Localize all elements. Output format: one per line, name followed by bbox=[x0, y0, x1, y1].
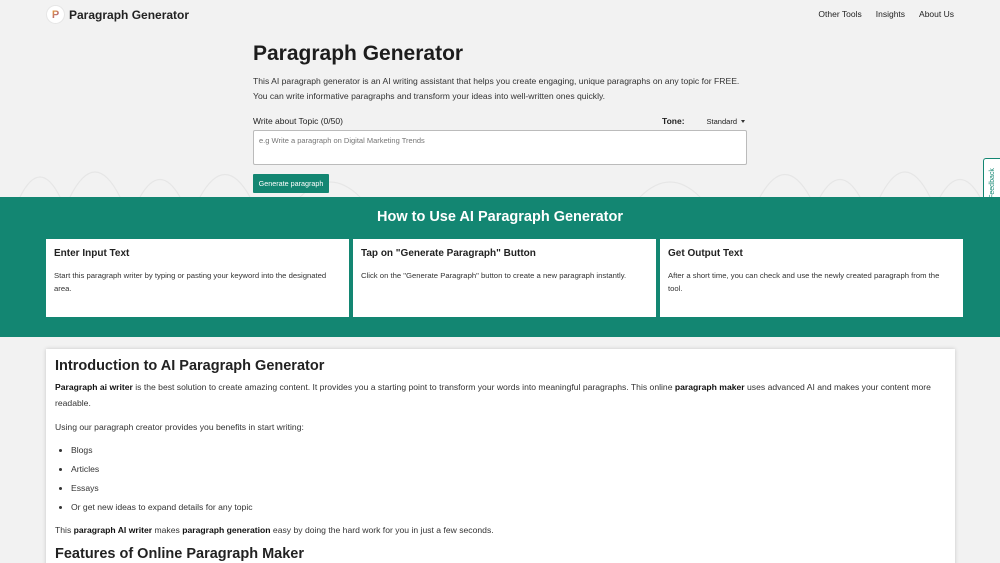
how-to-cards: Enter Input Text Start this paragraph wr… bbox=[46, 239, 963, 317]
brand-name: Paragraph Generator bbox=[69, 7, 190, 22]
nav-insights[interactable]: Insights bbox=[876, 9, 905, 19]
step-card-title: Get Output Text bbox=[668, 248, 743, 259]
keyword-link[interactable]: paragraph maker bbox=[675, 382, 745, 392]
step-card-text: After a short time, you can check and us… bbox=[668, 271, 940, 293]
step-card-text: Start this paragraph writer by typing or… bbox=[54, 271, 327, 293]
features-heading: Features of Online Paragraph Maker bbox=[55, 546, 304, 562]
keyword-link[interactable]: paragraph generation bbox=[182, 525, 270, 535]
hero-section: Paragraph Generator This AI paragraph ge… bbox=[0, 30, 1000, 197]
caret-down-icon bbox=[741, 119, 745, 123]
how-to-section: How to Use AI Paragraph Generator Enter … bbox=[0, 197, 1000, 337]
step-card: Tap on "Generate Paragraph" Button Click… bbox=[353, 239, 656, 317]
generate-paragraph-button[interactable]: Generate paragraph bbox=[253, 174, 329, 193]
nav-other-tools[interactable]: Other Tools bbox=[818, 9, 861, 19]
keyword-link[interactable]: paragraph AI writer bbox=[74, 525, 152, 535]
tone-select[interactable]: Standard bbox=[707, 117, 745, 126]
step-card-title: Enter Input Text bbox=[54, 248, 130, 259]
topic-label: Write about Topic (0/50) bbox=[253, 116, 343, 126]
hero-description: This AI paragraph generator is an AI wri… bbox=[253, 76, 740, 101]
main-nav: Other Tools Insights About Us bbox=[818, 9, 954, 19]
step-card: Enter Input Text Start this paragraph wr… bbox=[46, 239, 349, 317]
how-to-title: How to Use AI Paragraph Generator bbox=[376, 209, 624, 225]
list-item: Essays bbox=[71, 479, 946, 498]
brand-logo-icon: P bbox=[47, 6, 64, 23]
tone-label: Tone: bbox=[662, 116, 685, 126]
intro-paragraph: Paragraph ai writer is the best solution… bbox=[55, 382, 931, 408]
top-navbar: P Paragraph Generator Other Tools Insigh… bbox=[0, 0, 1000, 30]
step-card-text: Click on the "Generate Paragraph" button… bbox=[361, 271, 627, 280]
brand-link[interactable]: P Paragraph Generator bbox=[47, 6, 189, 23]
tone-value: Standard bbox=[706, 116, 737, 126]
topic-input[interactable] bbox=[253, 130, 747, 165]
step-card-title: Tap on "Generate Paragraph" Button bbox=[361, 248, 536, 259]
step-card: Get Output Text After a short time, you … bbox=[660, 239, 963, 317]
feedback-label: Feedback bbox=[988, 167, 996, 199]
nav-about-us[interactable]: About Us bbox=[919, 9, 954, 19]
list-item: Articles bbox=[71, 460, 946, 479]
summary-paragraph: This paragraph AI writer makes paragraph… bbox=[55, 524, 494, 535]
list-item: Or get new ideas to expand details for a… bbox=[71, 498, 946, 517]
keyword-link[interactable]: Paragraph ai writer bbox=[55, 382, 133, 392]
list-item: Blogs bbox=[71, 441, 946, 460]
intro-heading: Introduction to AI Paragraph Generator bbox=[55, 358, 325, 374]
intro-article: Introduction to AI Paragraph Generator P… bbox=[46, 349, 955, 563]
tone-control: Tone: Standard bbox=[662, 116, 745, 126]
hero-content: Paragraph Generator This AI paragraph ge… bbox=[253, 42, 747, 193]
topic-row: Write about Topic (0/50) Tone: Standard bbox=[253, 116, 747, 126]
benefits-intro: Using our paragraph creator provides you… bbox=[55, 422, 304, 432]
page-title: Paragraph Generator bbox=[253, 42, 464, 65]
benefits-list: Blogs Articles Essays Or get new ideas t… bbox=[55, 441, 946, 517]
